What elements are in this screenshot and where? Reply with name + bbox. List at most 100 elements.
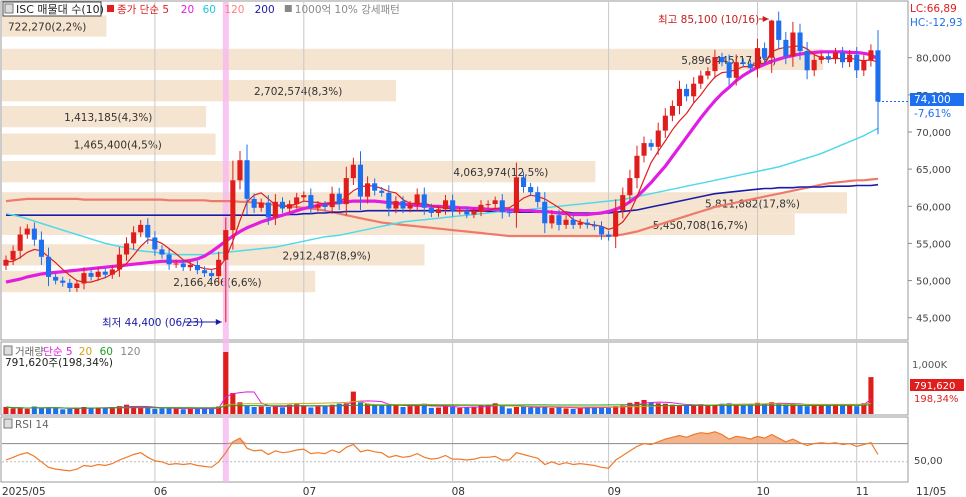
legend-item[interactable]: 200 xyxy=(255,4,275,16)
candle-up xyxy=(414,194,420,205)
volume-bar xyxy=(435,407,441,414)
candle-up xyxy=(698,75,704,84)
candle-up xyxy=(733,62,739,78)
candle-up xyxy=(769,20,775,58)
candle-down xyxy=(747,63,753,69)
legend-item[interactable]: 20 xyxy=(181,4,194,16)
volume-bar xyxy=(506,408,512,414)
candle-down xyxy=(762,48,768,58)
volume-bar xyxy=(648,402,654,414)
candle-down xyxy=(145,224,151,238)
candle-up xyxy=(832,52,838,60)
candle-down xyxy=(542,201,548,224)
rsi-menu-icon[interactable] xyxy=(3,418,13,429)
volume-bar xyxy=(634,401,640,414)
candle-down xyxy=(180,263,186,268)
volume-menu-icon[interactable] xyxy=(3,345,13,356)
volume-profile-label: 1,413,185(4,3%) xyxy=(64,112,152,124)
y-tick-label: 45,000 xyxy=(916,314,951,325)
volume-bar xyxy=(606,407,612,414)
volume-last-label: 791,620주(198,34%) xyxy=(5,357,113,369)
candle-down xyxy=(740,62,746,64)
candle-up xyxy=(109,269,115,275)
volume-bar xyxy=(521,406,527,414)
low-annotation: 최저 44,400 (06/23) xyxy=(102,317,203,329)
volume-bar xyxy=(428,407,434,414)
volume-legend-item[interactable]: 120 xyxy=(120,346,140,358)
volume-bar xyxy=(258,406,264,414)
candle-up xyxy=(187,265,193,268)
candle-down xyxy=(499,200,505,213)
volume-profile-label: 2,166,466(6,6%) xyxy=(173,277,261,289)
volume-bar xyxy=(655,403,661,414)
candle-up xyxy=(301,195,307,198)
volume-profile-label: 2,912,487(8,9%) xyxy=(283,250,371,262)
high-annotation: 최고 85,100 (10/16) xyxy=(658,14,759,26)
candle-down xyxy=(53,276,59,281)
candle-down xyxy=(38,239,44,257)
legend-item[interactable]: 종가 단순 5 xyxy=(117,4,169,16)
candle-up xyxy=(676,88,682,106)
candle-down xyxy=(528,187,534,193)
stock-chart[interactable]: 722,270(2,2%)5,896,445(17,3%)2,702,574(8… xyxy=(0,0,966,497)
candle-up xyxy=(691,83,697,97)
volume-bar xyxy=(840,405,846,414)
x-tick-label: 07 xyxy=(303,486,316,497)
candle-up xyxy=(443,200,449,210)
candle-up xyxy=(315,204,321,208)
candle-up xyxy=(230,180,236,231)
candle-up xyxy=(457,210,463,212)
volume-bar xyxy=(563,408,569,414)
candle-down xyxy=(88,273,94,277)
candle-up xyxy=(549,215,555,224)
volume-bar xyxy=(322,405,328,414)
volume-bar xyxy=(3,407,9,414)
y-tick-label: 65,000 xyxy=(916,165,951,176)
candle-down xyxy=(875,50,881,102)
volume-bar xyxy=(379,405,385,414)
candle-down xyxy=(570,219,576,225)
candle-up xyxy=(17,234,23,251)
candle-down xyxy=(584,222,590,225)
candle-down xyxy=(606,234,612,237)
rsi-label: RSI 14 xyxy=(15,419,49,431)
candle-up xyxy=(655,130,661,147)
candle-down xyxy=(357,164,363,197)
candle-down xyxy=(379,190,385,193)
candle-down xyxy=(783,39,789,57)
volume-bar xyxy=(244,405,250,414)
volume-current-value: 791,620 xyxy=(914,381,955,392)
candle-up xyxy=(485,204,491,206)
candle-down xyxy=(535,192,541,202)
volume-bar xyxy=(17,407,23,414)
candle-down xyxy=(797,32,803,52)
volume-bar xyxy=(847,404,853,414)
legend-item[interactable]: 1000억 10% 강세패턴 xyxy=(295,4,400,16)
volume-bar xyxy=(46,407,52,414)
candle-down xyxy=(854,54,860,71)
volume-bar xyxy=(194,408,200,414)
legend-item[interactable]: 60 xyxy=(203,4,216,16)
candle-down xyxy=(648,143,654,147)
volume-bar xyxy=(272,406,278,414)
legend-item[interactable]: 120 xyxy=(224,4,244,16)
volume-bar xyxy=(457,407,463,414)
current-price-label: 74,100 xyxy=(914,94,951,106)
volume-profile-label: 1,465,400(4,5%) xyxy=(74,140,162,152)
candle-up xyxy=(861,60,867,71)
volume-bar xyxy=(570,408,576,414)
candle-down xyxy=(322,204,328,207)
candle-up xyxy=(790,32,796,57)
candle-down xyxy=(279,201,285,209)
volume-bar xyxy=(804,406,810,414)
volume-bar xyxy=(308,407,314,414)
volume-bar xyxy=(159,408,165,414)
candle-up xyxy=(350,164,356,179)
volume-bar xyxy=(499,405,505,414)
volume-bar xyxy=(173,408,179,414)
volume-bar xyxy=(535,407,541,414)
menu-icon[interactable] xyxy=(4,3,14,14)
candle-up xyxy=(124,243,130,255)
legend-swatch xyxy=(107,5,114,12)
candle-up xyxy=(868,50,874,61)
